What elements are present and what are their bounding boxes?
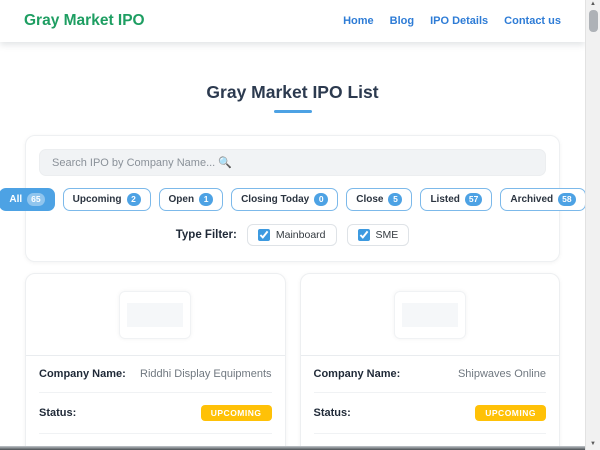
scroll-up-icon[interactable]: ▲ <box>586 0 600 9</box>
nav-blog[interactable]: Blog <box>390 15 414 27</box>
status-badge: UPCOMING <box>475 405 546 421</box>
ipo-card-shipwaves[interactable]: Company Name: Shipwaves Online Status: U… <box>299 273 560 450</box>
scroll-down-icon[interactable]: ▼ <box>586 440 600 449</box>
filter-all-label: All <box>9 194 23 205</box>
company-logo-area <box>300 274 559 356</box>
page-title: Gray Market IPO List <box>206 82 379 102</box>
filter-listed[interactable]: Listed 57 <box>420 188 493 211</box>
page-viewport: Gray Market IPO Home Blog IPO Details Co… <box>0 0 585 450</box>
ipo-card-riddhi[interactable]: Company Name: Riddhi Display Equipments … <box>25 273 286 450</box>
mainboard-checkbox-input[interactable] <box>257 229 270 241</box>
status-row: Status: UPCOMING <box>313 392 546 433</box>
filter-archived-count: 58 <box>558 193 576 206</box>
mainboard-checkbox-label: Mainboard <box>275 229 326 241</box>
company-name-value: Shipwaves Online <box>457 368 546 380</box>
bottom-edge-strip <box>0 446 585 450</box>
filter-close[interactable]: Close 5 <box>346 188 413 211</box>
filter-open[interactable]: Open 1 <box>158 188 224 211</box>
sme-checkbox-label: SME <box>375 229 399 241</box>
type-filter-label: Type Filter: <box>175 229 237 241</box>
filter-all[interactable]: All 65 <box>0 188 55 211</box>
company-name-value: Riddhi Display Equipments <box>140 368 272 380</box>
filter-listed-label: Listed <box>430 194 460 205</box>
header: Gray Market IPO Home Blog IPO Details Co… <box>0 0 585 42</box>
filter-all-count: 65 <box>27 193 45 206</box>
card-detail-rows: Company Name: Riddhi Display Equipments … <box>26 356 285 450</box>
filter-close-label: Close <box>356 194 384 205</box>
search-filter-panel: All 65 Upcoming 2 Open 1 Closing Today 0… <box>0 135 585 262</box>
nav-contact-us[interactable]: Contact us <box>504 15 561 27</box>
nav-ipo-details[interactable]: IPO Details <box>430 15 488 27</box>
filter-upcoming-count: 2 <box>126 193 141 206</box>
title-underline <box>273 110 312 113</box>
vertical-scrollbar[interactable]: ▲ ▼ <box>585 0 600 450</box>
company-name-row: Company Name: Riddhi Display Equipments <box>39 356 272 392</box>
logo-placeholder-inner <box>401 302 458 327</box>
filter-closing-today-label: Closing Today <box>241 194 310 205</box>
filter-upcoming[interactable]: Upcoming 2 <box>62 188 151 211</box>
card-detail-rows: Company Name: Shipwaves Online Status: U… <box>301 356 560 450</box>
company-name-label: Company Name: <box>39 368 126 380</box>
company-name-row: Company Name: Shipwaves Online <box>314 356 547 392</box>
filter-upcoming-label: Upcoming <box>72 194 122 205</box>
search-input[interactable] <box>39 149 546 176</box>
filter-close-count: 5 <box>388 193 403 206</box>
company-logo-placeholder <box>393 290 466 339</box>
scrollbar-thumb[interactable] <box>588 10 598 32</box>
filter-archived[interactable]: Archived 58 <box>500 188 585 211</box>
filter-closing-today-count: 0 <box>314 193 329 206</box>
status-label: Status: <box>39 407 77 419</box>
brand-logo[interactable]: Gray Market IPO <box>24 12 145 30</box>
filter-closing-today[interactable]: Closing Today 0 <box>231 188 339 211</box>
filter-open-label: Open <box>168 194 195 205</box>
status-row: Status: UPCOMING <box>39 392 272 433</box>
status-badge: UPCOMING <box>200 405 272 421</box>
checkbox-sme[interactable]: SME <box>346 224 410 246</box>
company-logo-area <box>26 274 285 356</box>
status-filter-row: All 65 Upcoming 2 Open 1 Closing Today 0… <box>0 188 585 211</box>
checkbox-mainboard[interactable]: Mainboard <box>246 224 337 246</box>
main-nav: Home Blog IPO Details Contact us <box>343 15 561 27</box>
filter-archived-label: Archived <box>510 194 554 205</box>
company-logo-placeholder <box>119 290 192 339</box>
company-name-label: Company Name: <box>313 368 401 380</box>
sme-checkbox-input[interactable] <box>357 229 370 241</box>
status-label: Status: <box>313 407 351 419</box>
filter-listed-count: 57 <box>464 193 483 206</box>
type-filter-row: Type Filter: Mainboard SME <box>39 224 546 246</box>
filter-open-count: 1 <box>199 193 214 206</box>
nav-home[interactable]: Home <box>343 15 374 27</box>
logo-placeholder-inner <box>127 302 184 327</box>
ipo-card-grid: Company Name: Riddhi Display Equipments … <box>25 273 560 450</box>
